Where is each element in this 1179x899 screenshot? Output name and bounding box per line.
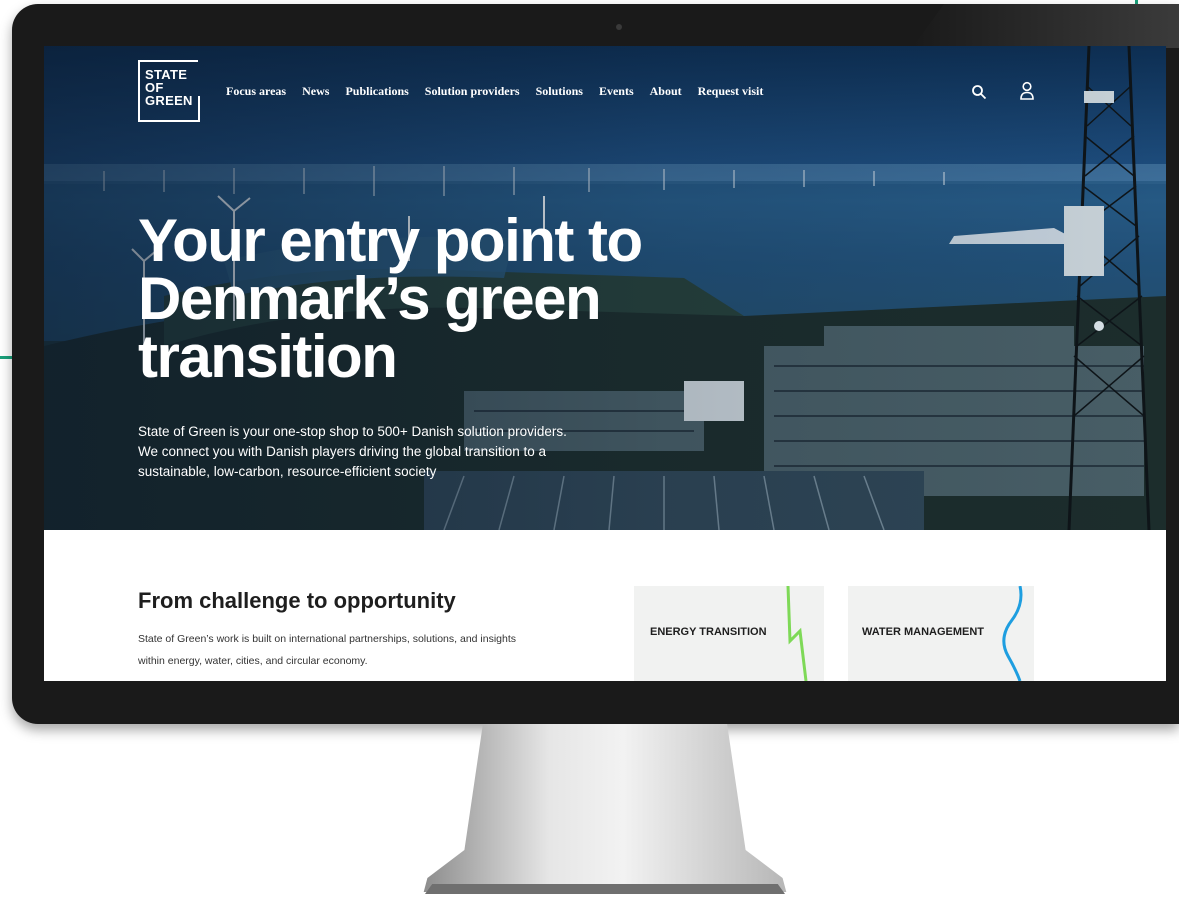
website-screen: STATE OF GREEN Focus areas News Publicat… [44,46,1166,681]
section-title: From challenge to opportunity [138,588,456,613]
logo-bracket [198,96,200,122]
hero-section: STATE OF GREEN Focus areas News Publicat… [44,46,1166,530]
nav-item-news[interactable]: News [302,84,329,99]
nav-item-solution-providers[interactable]: Solution providers [425,84,520,99]
intro-section: From challenge to opportunity State of G… [44,530,1166,681]
hero-subtext: State of Green is your one-stop shop to … [138,424,567,479]
state-of-green-logo[interactable]: STATE OF GREEN [138,60,200,122]
hero-headline: Your entry point to Denmark’s green tran… [138,207,643,390]
nav-item-events[interactable]: Events [599,84,634,99]
user-icon[interactable] [1019,81,1035,101]
bezel-reflection [912,4,1179,48]
section-description: State of Green’s work is built on intern… [138,633,517,667]
monitor-stand-base [425,884,785,894]
nav-item-about[interactable]: About [650,84,682,99]
search-icon[interactable] [971,84,987,100]
nav-item-request-visit[interactable]: Request visit [698,84,764,99]
energy-transition-card[interactable]: ENERGY TRANSITION [634,586,824,681]
main-navigation: Focus areas News Publications Solution p… [226,84,763,99]
logo-text-line: GREEN [145,93,193,108]
nav-item-solutions[interactable]: Solutions [536,84,583,99]
water-wave-icon [1002,586,1023,681]
camera-icon [616,24,622,30]
monitor-stand [423,724,787,892]
water-management-card[interactable]: WATER MANAGEMENT [848,586,1034,681]
nav-item-focus-areas[interactable]: Focus areas [226,84,286,99]
nav-item-publications[interactable]: Publications [345,84,408,99]
lightning-line-icon [786,586,808,681]
